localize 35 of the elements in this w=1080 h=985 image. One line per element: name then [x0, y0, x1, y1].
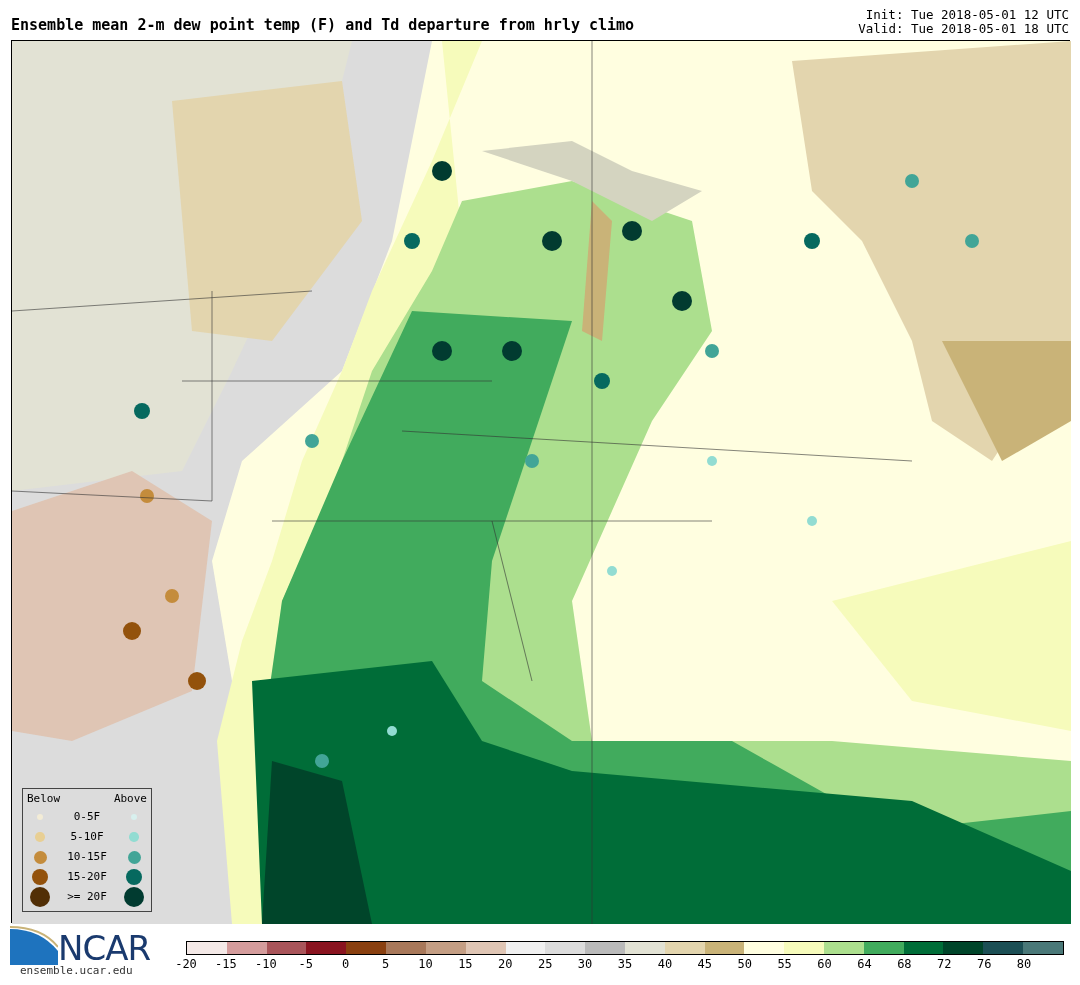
- legend-label: >= 20F: [66, 888, 108, 905]
- swoosh-logo-icon: [10, 925, 58, 965]
- legend-label: 10-15F: [66, 848, 108, 865]
- website-url: ensemble.ucar.edu: [20, 965, 134, 976]
- legend-label: 5-10F: [69, 828, 105, 845]
- tick-label: 25: [537, 957, 553, 971]
- tick-label: 68: [897, 957, 912, 971]
- valid-time: Valid: Tue 2018-05-01 18 UTC: [858, 22, 1069, 36]
- tick-label: -15: [215, 957, 237, 971]
- legend-label: 0-5F: [72, 808, 102, 825]
- tick-label: 64: [857, 957, 872, 971]
- tick-label: 40: [657, 957, 673, 971]
- legend-label: 15-20F: [66, 868, 108, 885]
- tick-label: 35: [617, 957, 633, 971]
- tick-label: 10: [418, 957, 433, 971]
- tick-label: 30: [577, 957, 593, 971]
- logo-text: NCAR: [58, 931, 151, 965]
- tick-label: 45: [697, 957, 713, 971]
- tick-label: 60: [817, 957, 832, 971]
- tick-label: 20: [498, 957, 513, 971]
- init-time: Init: Tue 2018-05-01 12 UTC: [864, 8, 1069, 22]
- tick-label: 15: [458, 957, 473, 971]
- tick-label: -20: [175, 957, 197, 971]
- tick-label: -10: [254, 957, 277, 971]
- tick-label: 76: [976, 957, 992, 971]
- tick-label: 72: [937, 957, 952, 971]
- tick-label: 80: [1016, 957, 1032, 971]
- legend-heading: Below: [27, 790, 61, 807]
- legend-heading: Above: [113, 790, 147, 807]
- tick-label: 55: [777, 957, 792, 971]
- tick-label: -5: [298, 957, 313, 971]
- tick-label: 5: [381, 957, 390, 971]
- tick-label: 50: [737, 957, 752, 971]
- chart-title: Ensemble mean 2-m dew point temp (F) and Td departure from hrly climo: [11, 15, 635, 36]
- tick-label: 0: [342, 957, 350, 971]
